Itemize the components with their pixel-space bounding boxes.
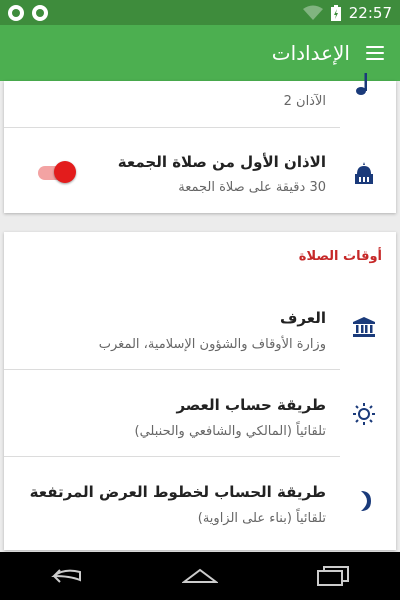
app-bar: الإعدادات (0, 25, 400, 81)
sun-icon (352, 402, 376, 426)
wifi-icon (302, 5, 323, 20)
toggle-thumb (54, 161, 76, 183)
setting-row-high-latitude[interactable]: طريقة الحساب لخطوط العرض المرتفعة تلقائي… (4, 457, 396, 547)
setting-title: طريقة الحساب لخطوط العرض المرتفعة (29, 483, 326, 501)
whatsapp-icon (8, 4, 24, 21)
setting-subtitle: الآذان 2 (283, 94, 326, 109)
settings-card-prayer-times: أوقات الصلاة العرف وزارة الأوقاف والشؤون… (4, 232, 396, 550)
friday-adhan-toggle[interactable] (36, 161, 76, 183)
recents-icon (317, 566, 350, 586)
page-title: الإعدادات (271, 41, 350, 65)
setting-row-convention[interactable]: العرف وزارة الأوقاف والشؤون الإسلامية، ا… (4, 282, 396, 369)
setting-row-adhan-sound[interactable]: الآذان 2 (4, 73, 396, 127)
setting-subtitle: وزارة الأوقاف والشؤون الإسلامية، المغرب (98, 337, 326, 352)
back-icon (50, 569, 81, 583)
mosque-icon (352, 161, 376, 185)
settings-card-adhan: الآذان 2 الاذان الأول من صلاة الجمعة 30 … (4, 73, 396, 213)
setting-subtitle: تلقائياً (بناء على الزاوية) (197, 511, 326, 526)
phone-icon (32, 4, 48, 21)
music-note-icon (352, 73, 376, 97)
recents-button[interactable] (313, 561, 353, 591)
system-nav-bar (0, 552, 400, 600)
battery-icon (330, 4, 341, 21)
home-icon (181, 568, 218, 583)
setting-title: طريقة حساب العصر (176, 396, 326, 414)
setting-row-friday-adhan[interactable]: الاذان الأول من صلاة الجمعة 30 دقيقة على… (4, 128, 396, 213)
menu-icon[interactable] (366, 46, 384, 60)
moon-icon (352, 489, 376, 513)
institution-icon (352, 315, 376, 339)
status-bar: 22:57 (0, 0, 400, 25)
back-button[interactable] (47, 561, 87, 591)
clock: 22:57 (348, 3, 392, 22)
setting-subtitle: تلقائياً (المالكي والشافعي والحنبلي) (134, 424, 326, 439)
notification-icons (8, 4, 48, 21)
setting-title: الاذان الأول من صلاة الجمعة (117, 153, 326, 171)
system-icons: 22:57 (302, 3, 392, 22)
setting-row-asr-method[interactable]: طريقة حساب العصر تلقائياً (المالكي والشا… (4, 370, 396, 456)
setting-title: العرف (280, 309, 326, 327)
setting-subtitle: 30 دقيقة على صلاة الجمعة (178, 180, 326, 195)
section-title: أوقات الصلاة (298, 249, 382, 264)
home-button[interactable] (180, 561, 220, 591)
